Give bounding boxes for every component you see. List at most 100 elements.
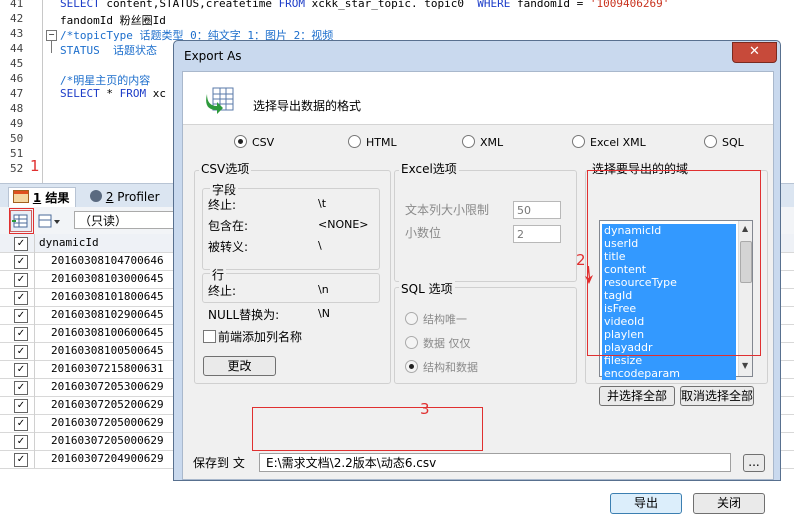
import-button[interactable]	[36, 210, 60, 232]
null-replace-value[interactable]: \N	[318, 307, 330, 320]
line-number: 47	[10, 87, 24, 100]
row-checkbox[interactable]: ✓	[14, 309, 28, 323]
radio-dot	[348, 135, 361, 148]
dynamic-id-cell[interactable]: 20160308103000645	[34, 270, 191, 288]
save-path-input[interactable]: E:\需求文档\2.2版本\动态6.csv	[259, 453, 731, 472]
close-icon[interactable]: ✕	[732, 42, 777, 63]
radio-dot	[462, 135, 475, 148]
select-all-button[interactable]: 并选择全部	[599, 386, 675, 406]
code-line-46: /*明星主页的内容	[60, 74, 151, 87]
dynamic-id-cell[interactable]: 20160308104700646	[34, 252, 191, 270]
radio-dot	[704, 135, 717, 148]
row-checkbox[interactable]: ✓	[14, 363, 28, 377]
dynamic-id-cell[interactable]: 20160307205000629	[34, 414, 191, 432]
csv-options-title: CSV选项	[199, 160, 252, 177]
column-header[interactable]: dynamicId	[34, 234, 179, 252]
row-checkbox[interactable]: ✓	[14, 327, 28, 341]
export-table-icon	[206, 87, 234, 114]
line-number: 46	[10, 72, 24, 85]
deselect-all-button[interactable]: 取消选择全部	[680, 386, 754, 406]
dynamic-id-cell[interactable]: 20160308100500645	[34, 342, 191, 360]
fold-toggle-icon[interactable]: −	[46, 30, 57, 41]
line-number: 45	[10, 57, 24, 70]
line-number: 48	[10, 102, 24, 115]
row-checkbox[interactable]: ✓	[14, 399, 28, 413]
export-button[interactable]: 导出	[610, 493, 682, 514]
dynamic-id-cell[interactable]: 20160307205300629	[34, 378, 191, 396]
annotation-box-3	[252, 407, 483, 451]
escaped-value[interactable]: \	[318, 239, 322, 252]
line-number-gutter: 41 42 43 44 45 46 47 48 49 50 51 52	[0, 0, 43, 183]
tab-results[interactable]: 1 结果	[8, 187, 77, 208]
line-number: 41	[10, 0, 24, 10]
enclosed-value[interactable]: <NONE>	[318, 218, 369, 231]
dialog-title: Export As	[184, 49, 242, 63]
radio-structure-only[interactable]: 结构唯一	[405, 311, 467, 327]
field-list-item[interactable]: encodeparam	[602, 367, 736, 380]
row-checkbox[interactable]: ✓	[14, 273, 28, 287]
sql-options-title: SQL 选项	[399, 280, 455, 297]
line-number: 42	[10, 12, 24, 25]
code-line-42: fandomId 粉丝圈Id	[60, 14, 166, 27]
radio-csv[interactable]: CSV	[234, 135, 274, 149]
annotation-1: 1	[30, 157, 40, 175]
line-terminated-label: 终止:	[208, 284, 237, 298]
scroll-down-icon[interactable]: ▼	[742, 361, 748, 370]
code-line-44: STATUS 话题状态	[60, 44, 157, 57]
line-number: 50	[10, 132, 24, 145]
radio-excel-xml[interactable]: Excel XML	[572, 135, 646, 149]
close-button[interactable]: 关闭	[693, 493, 765, 514]
dynamic-id-cell[interactable]: 20160307204900629	[34, 450, 191, 468]
dynamic-id-cell[interactable]: 20160308102900645	[34, 306, 191, 324]
line-number: 43	[10, 27, 24, 40]
dynamic-id-cell[interactable]: 20160308101800645	[34, 288, 191, 306]
save-to-label: 保存到 文	[193, 456, 245, 470]
dynamic-id-cell[interactable]: 20160308100600645	[34, 324, 191, 342]
row-checkbox[interactable]: ✓	[14, 435, 28, 449]
row-checkbox[interactable]: ✓	[14, 381, 28, 395]
change-button[interactable]: 更改	[203, 356, 276, 376]
radio-data-only[interactable]: 数据 仅仅	[405, 335, 471, 351]
annotation-box-1	[9, 208, 34, 234]
line-section-title: 行	[210, 266, 227, 283]
format-heading: 选择导出数据的格式	[253, 99, 362, 113]
radio-dot	[405, 336, 418, 349]
readonly-dropdown[interactable]: （只读）	[74, 211, 174, 229]
dynamic-id-cell[interactable]: 20160307205000629	[34, 432, 191, 450]
row-checkbox[interactable]: ✓	[14, 345, 28, 359]
line-number: 49	[10, 117, 24, 130]
radio-structure-and-data[interactable]: 结构和数据	[405, 359, 478, 375]
radio-xml[interactable]: XML	[462, 135, 503, 149]
add-column-names-label: 前端添加列名称	[218, 330, 303, 344]
field-terminated-value[interactable]: \t	[318, 197, 326, 210]
radio-sql[interactable]: SQL	[704, 135, 744, 149]
results-grid-icon	[13, 190, 29, 203]
add-column-names-checkbox[interactable]	[203, 330, 216, 343]
browse-button[interactable]: ...	[743, 454, 765, 472]
radio-dot	[405, 312, 418, 325]
field-terminated-label: 终止:	[208, 198, 237, 212]
radio-dot	[405, 360, 418, 373]
code-line-41: SELECT content,STATUS,createtime FROM xc…	[60, 0, 670, 10]
row-checkbox[interactable]: ✓	[14, 417, 28, 431]
radio-dot	[572, 135, 585, 148]
annotation-arrow-icon	[585, 266, 593, 284]
excel-options-title: Excel选项	[399, 160, 459, 177]
row-checkbox[interactable]: ✓	[14, 255, 28, 269]
tab-profiler[interactable]: 2 Profiler	[86, 187, 166, 207]
row-checkbox[interactable]: ✓	[14, 291, 28, 305]
dynamic-id-cell[interactable]: 20160307205200629	[34, 396, 191, 414]
dialog-titlebar[interactable]: Export As ✕	[174, 41, 780, 71]
fold-guide	[51, 41, 52, 53]
row-checkbox[interactable]: ✓	[14, 453, 28, 467]
select-all-checkbox[interactable]: ✓	[14, 237, 28, 251]
decimal-places-input[interactable]: 2	[513, 225, 561, 243]
radio-dot	[234, 135, 247, 148]
text-column-limit-input[interactable]: 50	[513, 201, 561, 219]
radio-html[interactable]: HTML	[348, 135, 397, 149]
dynamic-id-cell[interactable]: 20160307215800631	[34, 360, 191, 378]
line-terminated-value[interactable]: \n	[318, 283, 329, 296]
code-line-47: SELECT * FROM xc	[60, 87, 166, 100]
profiler-icon	[90, 190, 102, 202]
escaped-label: 被转义:	[208, 240, 249, 254]
